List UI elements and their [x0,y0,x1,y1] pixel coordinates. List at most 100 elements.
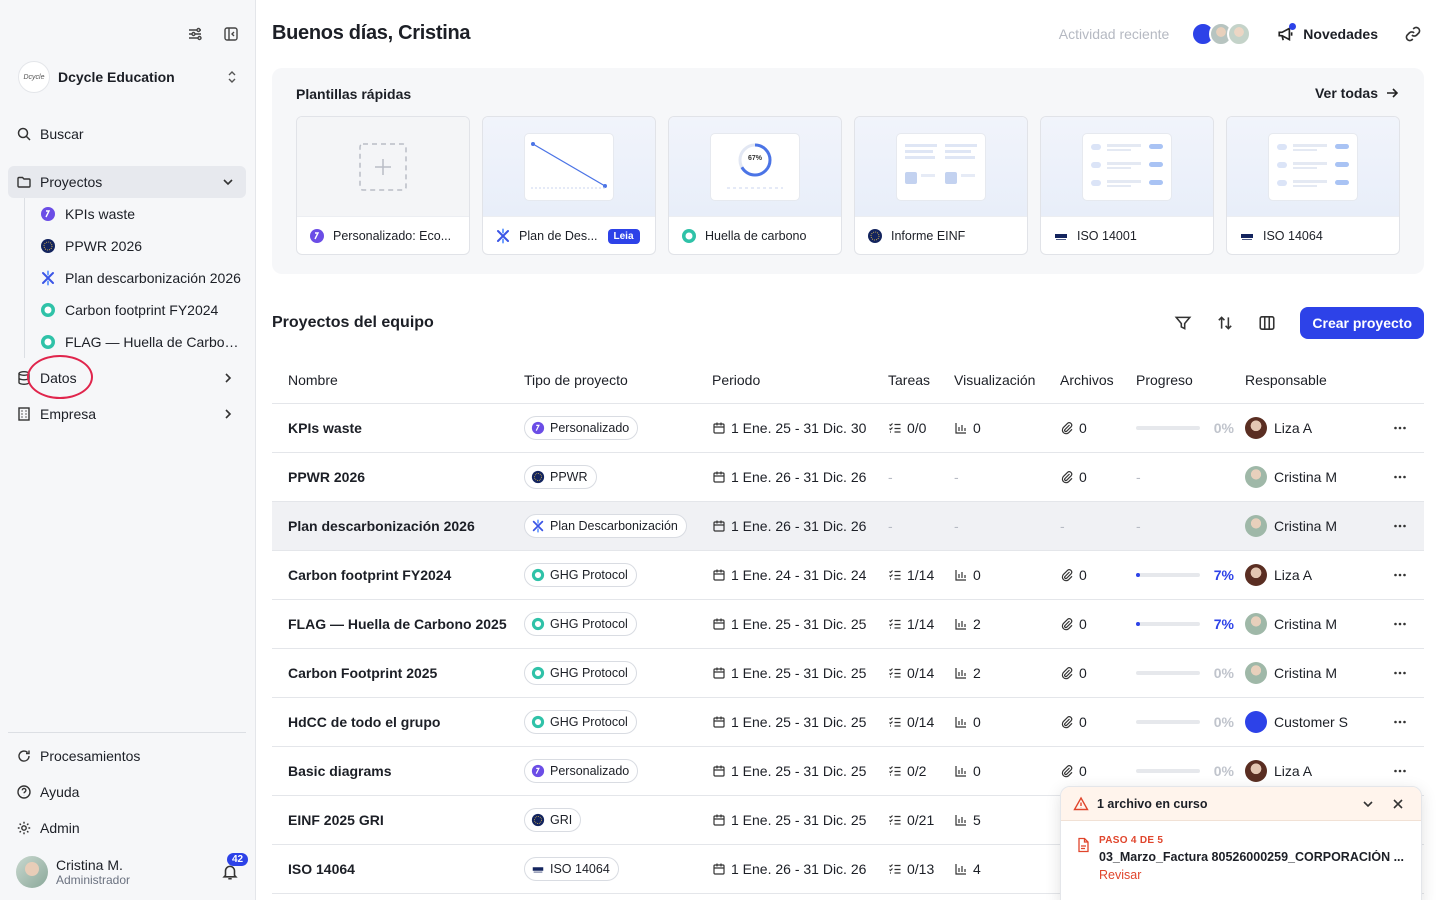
owner-name: Cristina M [1274,616,1338,632]
bar-chart-icon [955,570,966,581]
sidebar-project-item[interactable]: FLAG — Huella de Carbono 2025 [25,326,246,358]
template-card-custom[interactable]: Personalizado: Eco... [296,116,470,255]
table-row[interactable]: Carbon Footprint 2025 GHG Protocol 1 Ene. … [272,649,1424,698]
notifications-button[interactable]: 42 [221,853,249,881]
table-row[interactable]: Plan descarbonización 2026 Plan Descarbon… [272,502,1424,551]
sidebar-project-item[interactable]: Carbon footprint FY2024 [25,294,246,326]
sidebar-item-processing[interactable]: Procesamientos [8,740,246,772]
project-name[interactable]: EINF 2025 GRI [272,812,524,828]
ghg-icon [531,715,545,729]
sidebar-item-projects[interactable]: Proyectos [8,166,246,198]
checklist-icon [889,423,901,433]
more-icon[interactable] [1392,420,1408,436]
close-icon[interactable] [1391,797,1405,811]
project-type-label: Personalizado [550,421,630,435]
sidebar-item-company[interactable]: Empresa [8,398,246,430]
more-icon[interactable] [1392,567,1408,583]
more-icon[interactable] [1392,469,1408,485]
settings-sliders-icon[interactable] [187,26,203,42]
sidebar-item-admin[interactable]: Admin [8,812,246,844]
more-icon[interactable] [1392,616,1408,632]
sidebar-project-item[interactable]: PPWR 2026 [25,230,246,262]
highlight-annotation-ring [27,355,93,399]
sidebar-item-help[interactable]: Ayuda [8,776,246,808]
project-name[interactable]: PPWR 2026 [272,469,524,485]
column-header[interactable]: Archivos [1060,372,1136,388]
collaborator-avatars[interactable] [1191,22,1252,46]
more-icon[interactable] [1392,714,1408,730]
project-name[interactable]: FLAG — Huella de Carbono 2025 [272,616,524,632]
search-icon [17,127,31,141]
folder-icon [17,176,31,188]
template-card-iso-14001[interactable]: ISO 14001 [1040,116,1214,255]
calendar-icon [713,716,725,728]
table-row[interactable]: HdCC de todo el grupo GHG Protocol 1 Ene. … [272,698,1424,747]
template-card-einf[interactable]: Informe EINF [854,116,1028,255]
chevron-down-icon[interactable] [1361,797,1375,811]
column-header[interactable]: Tareas [888,372,954,388]
template-card-carbon-footprint[interactable]: 67% Huella de carbono [668,116,842,255]
progress-bar [1136,720,1200,724]
link-icon[interactable] [1404,25,1422,43]
project-name[interactable]: KPIs waste [272,420,524,436]
upload-step: PASO 4 DE 5 [1099,835,1164,846]
template-label: ISO 14064 [1263,229,1323,243]
review-link[interactable]: Revisar [1099,868,1405,882]
vis-value: 2 [973,616,981,632]
template-preview [1041,117,1213,217]
toast-title: 1 archivo en curso [1097,796,1208,811]
table-row[interactable]: FLAG — Huella de Carbono 2025 GHG Protoco… [272,600,1424,649]
create-project-button[interactable]: Crear proyecto [1300,307,1424,339]
template-label: Plan de Des... [519,229,598,243]
org-switcher[interactable]: Dcycle Dcycle Education [18,60,239,94]
project-name[interactable]: Carbon footprint FY2024 [272,567,524,583]
table-row[interactable]: PPWR 2026 PPWR 1 Ene. 26 - 31 Dic. 26 - - 0 - C… [272,453,1424,502]
sort-icon[interactable] [1216,314,1234,332]
column-header[interactable]: Visualización [954,372,1060,388]
template-card-decarb-plan[interactable]: Plan de Des... Leia [482,116,656,255]
news-button[interactable]: Novedades [1277,23,1378,43]
column-header[interactable]: Tipo de proyecto [524,372,712,388]
table-row[interactable]: KPIs waste Personalizado 1 Ene. 25 - 31 Di… [272,404,1424,453]
bar-chart-icon [955,668,966,679]
more-icon[interactable] [1392,665,1408,681]
sidebar-project-item[interactable]: Plan descarbonización 2026 [25,262,246,294]
recent-activity-label[interactable]: Actividad reciente [1059,26,1170,42]
calendar-icon [713,569,725,581]
column-header[interactable]: Responsable [1245,372,1375,388]
bar-chart-icon [955,766,966,777]
user-profile[interactable]: Cristina M. Administrador 42 [16,853,249,890]
template-preview [297,117,469,217]
more-icon[interactable] [1392,518,1408,534]
vis-value: 2 [973,665,981,681]
sidebar-item-search[interactable]: Buscar [8,118,246,150]
checklist-icon [889,668,901,678]
sidebar-item-label: Empresa [40,406,97,422]
dcycle-icon [41,207,55,221]
sidebar-project-item[interactable]: KPIs waste [25,198,246,230]
sidebar-item-label: Proyectos [40,174,103,190]
filter-icon[interactable] [1174,314,1192,332]
column-header[interactable]: Nombre [272,372,524,388]
project-type-badge: ISO 14064 [524,857,619,881]
table-row[interactable]: Carbon footprint FY2024 GHG Protocol 1 Ene… [272,551,1424,600]
column-header[interactable]: Progreso [1136,372,1245,388]
project-name[interactable]: Carbon Footprint 2025 [272,665,524,681]
project-name[interactable]: HdCC de todo el grupo [272,714,524,730]
columns-icon[interactable] [1258,314,1276,332]
template-card-iso-14064[interactable]: ISO 14064 [1226,116,1400,255]
more-icon[interactable] [1392,763,1408,779]
paperclip-icon [1061,422,1073,435]
project-type-label: ISO 14064 [550,862,610,876]
collapse-sidebar-icon[interactable] [223,26,239,42]
project-name[interactable]: Plan descarbonización 2026 [272,518,524,534]
project-name[interactable]: Basic diagrams [272,763,524,779]
column-header[interactable]: Periodo [712,372,888,388]
files-value: 0 [1079,420,1087,436]
project-name[interactable]: ISO 14064 [272,861,524,877]
line-chart-thumbnail [525,133,613,200]
template-label: Personalizado: Eco... [333,229,452,243]
period-value: 1 Ene. 25 - 31 Dic. 30 [731,420,867,436]
see-all-templates-link[interactable]: Ver todas [1315,85,1400,101]
paperclip-icon [1061,569,1073,582]
